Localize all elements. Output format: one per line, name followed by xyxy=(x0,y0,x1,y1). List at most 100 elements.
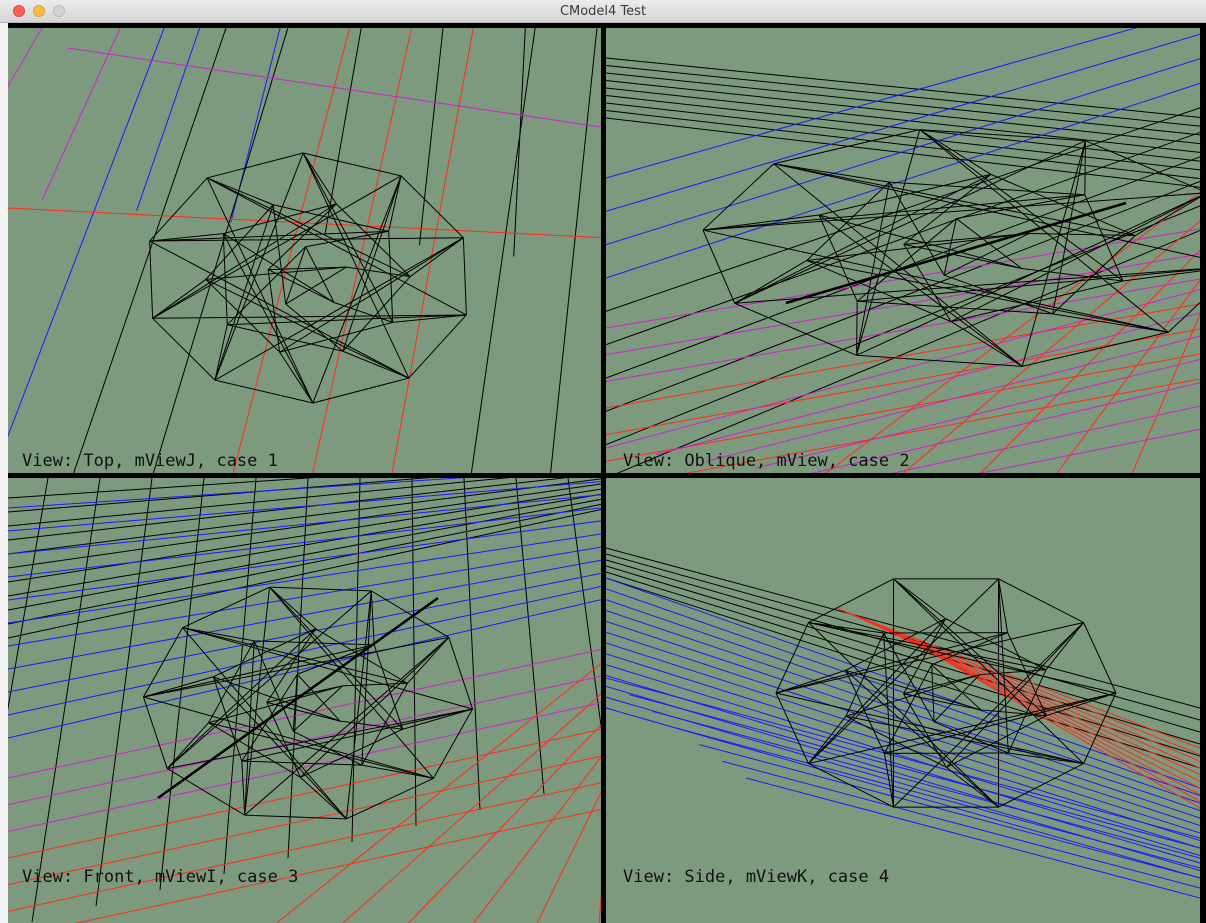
mesh-edge xyxy=(806,259,1169,333)
mesh-edge xyxy=(950,321,1023,367)
mesh-edge xyxy=(241,760,362,766)
mesh-edge xyxy=(143,627,183,698)
viewport-side[interactable]: View: Side, mViewK, case 4 xyxy=(606,478,1200,923)
grid-line xyxy=(8,559,601,670)
window-title: CModel4 Test xyxy=(559,4,647,19)
mesh-edge xyxy=(702,192,1200,231)
mesh-edge xyxy=(182,586,270,629)
grid-line xyxy=(606,547,1200,709)
grid-line xyxy=(606,205,1200,446)
grid-line xyxy=(73,28,227,473)
grid-line xyxy=(905,637,1200,809)
grid-line xyxy=(705,335,1200,462)
mesh-edge xyxy=(342,350,410,379)
grid-line xyxy=(606,289,1200,449)
mesh-edge xyxy=(808,622,999,808)
grid-line xyxy=(470,28,536,473)
mesh-edge xyxy=(143,676,214,698)
grid-line xyxy=(232,28,351,473)
mesh-edge xyxy=(903,693,982,711)
grid-line xyxy=(606,33,1200,212)
grid-line xyxy=(312,28,413,473)
grid-line xyxy=(8,729,601,859)
mesh-edge xyxy=(302,152,394,323)
mesh-edge xyxy=(856,218,957,302)
viewport-front[interactable]: View: Front, mViewI, case 3 xyxy=(8,478,601,923)
mesh-edge xyxy=(448,637,474,710)
mesh-edge xyxy=(361,764,434,779)
grid-line xyxy=(606,577,1200,769)
mesh-edge xyxy=(206,177,274,206)
grid-line xyxy=(152,28,289,473)
grid-line xyxy=(550,28,598,473)
mesh-edge xyxy=(773,129,920,165)
mesh-edge xyxy=(893,578,946,619)
mesh-edge xyxy=(152,203,337,319)
viewport-top[interactable]: View: Top, mViewJ, case 1 xyxy=(8,28,601,473)
grid-line xyxy=(606,599,1200,804)
viewport-top-canvas xyxy=(8,28,601,473)
grid-line xyxy=(606,57,1200,118)
mesh-edge xyxy=(388,231,394,323)
mesh-edge xyxy=(223,203,337,235)
mesh-edge xyxy=(903,243,1022,269)
mesh-edge xyxy=(408,314,467,379)
grid-line xyxy=(463,478,481,811)
mesh-edge xyxy=(808,578,894,623)
grid-line xyxy=(8,782,601,912)
mesh-edge xyxy=(267,203,337,270)
grid-line xyxy=(391,28,474,473)
mesh-edge xyxy=(433,708,473,779)
grid-line xyxy=(8,572,601,693)
mesh-edge xyxy=(302,152,337,205)
mesh-edge xyxy=(279,237,464,353)
mesh-edge xyxy=(1084,140,1086,195)
mesh-edge xyxy=(285,266,347,305)
mesh-edge xyxy=(214,379,313,404)
grid-line xyxy=(418,28,444,246)
grid-line xyxy=(275,662,601,923)
mesh-edge xyxy=(345,590,372,819)
grid-line xyxy=(31,478,101,923)
mesh-edge xyxy=(998,578,1084,623)
grid-line xyxy=(8,28,165,438)
grid-line xyxy=(8,649,601,779)
mesh-edge xyxy=(342,175,402,352)
mesh-edge xyxy=(222,233,314,404)
mesh-edge xyxy=(285,246,307,305)
grid-line xyxy=(606,565,1200,745)
mesh-edge xyxy=(142,696,168,769)
grid-line xyxy=(606,110,1200,180)
mesh-edge xyxy=(152,279,207,319)
viewport-side-canvas xyxy=(606,547,1200,899)
mesh-edge xyxy=(244,814,347,820)
grid-line xyxy=(629,694,1200,849)
mesh-edge xyxy=(808,578,999,764)
mesh-edge xyxy=(207,152,304,179)
grid-line xyxy=(606,278,1200,382)
mesh-edge xyxy=(300,776,347,820)
mesh-edge xyxy=(206,177,467,316)
mesh-edge xyxy=(222,233,228,325)
viewport-oblique[interactable]: View: Oblique, mView, case 2 xyxy=(606,28,1200,473)
mesh-edge xyxy=(346,777,434,820)
grid-line xyxy=(1056,279,1200,473)
mesh-edge xyxy=(299,637,450,778)
mesh-edge xyxy=(244,587,271,816)
viewport-label: View: Top, mViewJ, case 1 xyxy=(22,451,278,471)
background-window-edge xyxy=(0,23,8,923)
grid-line xyxy=(606,303,1200,409)
grid-line xyxy=(606,72,1200,136)
mesh-edge xyxy=(1021,267,1124,282)
mesh-edge xyxy=(267,269,335,303)
mesh-edge xyxy=(149,177,208,242)
mesh-edge xyxy=(149,241,154,319)
mesh-edge xyxy=(856,354,1023,367)
mesh-edge xyxy=(208,722,301,778)
mesh-edge xyxy=(702,163,775,231)
grid-line xyxy=(616,229,1200,473)
mesh-edge xyxy=(462,237,467,315)
mesh-edge xyxy=(1083,622,1117,694)
title-bar: CModel4 Test xyxy=(0,0,1206,23)
viewport-front-canvas xyxy=(8,478,601,923)
